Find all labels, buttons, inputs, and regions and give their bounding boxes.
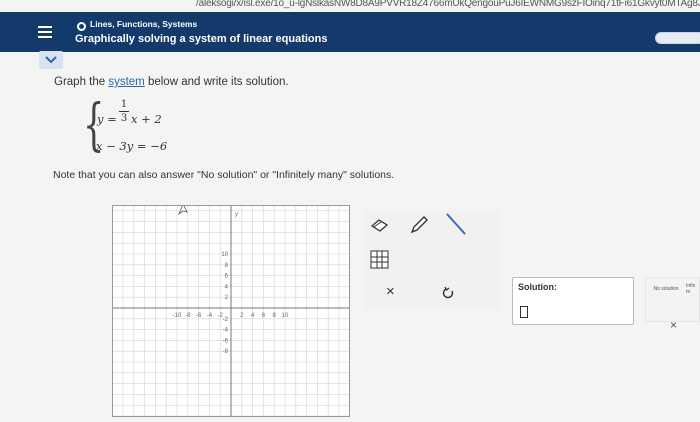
coordinate-grid[interactable]: -10 -8 -6 -4 -2 2 4 6 8 10108642-2-4-6-8y: [113, 203, 349, 417]
clear-graph-button[interactable]: ×: [386, 283, 395, 300]
answer-note: Note that you can also answer "No soluti…: [53, 169, 395, 181]
x-tick-label: 8: [273, 313, 277, 319]
x-tick-label: 10: [282, 313, 289, 319]
clear-answer-button[interactable]: ×: [670, 318, 677, 332]
header-toggle[interactable]: [655, 32, 700, 44]
equation-1-fraction: 1 3: [119, 99, 129, 124]
y-tick-label: 2: [225, 295, 229, 301]
system-link[interactable]: system: [108, 76, 144, 88]
fraction-numerator: 1: [120, 99, 128, 110]
solution-input[interactable]: [520, 306, 528, 318]
question-prompt: Graph the system below and write its sol…: [54, 76, 289, 88]
x-tick-label: -4: [207, 313, 213, 319]
table-icon[interactable]: [370, 250, 389, 269]
y-tick-label: -4: [223, 328, 229, 334]
line-tool-icon[interactable]: [444, 211, 468, 237]
solution-box: Solution:: [512, 277, 634, 325]
equation-1-rhs: x + 2: [131, 112, 162, 126]
x-tick-label: -8: [185, 313, 191, 319]
prompt-text-2: below and write its solution.: [144, 76, 289, 88]
x-tick-label: -6: [196, 313, 202, 319]
y-tick-label: 4: [225, 284, 229, 290]
fraction-denominator: 3: [120, 113, 128, 124]
browser-url-bar[interactable]: /aleksogi/x/isl.exe/1o_u-lgNslkasNW8D8A9…: [0, 0, 700, 12]
collapse-button[interactable]: [39, 51, 63, 69]
menu-icon[interactable]: [38, 26, 52, 40]
question-panel: [0, 52, 700, 422]
y-axis-label: y: [234, 212, 239, 218]
x-tick-label: 4: [251, 313, 255, 319]
chevron-down-icon: [45, 56, 57, 64]
y-tick-label: 10: [221, 252, 228, 258]
y-tick-label: 8: [225, 263, 229, 269]
solution-label: Solution:: [518, 282, 557, 292]
x-tick-label: 2: [240, 313, 244, 319]
y-tick-label: -2: [223, 317, 229, 323]
prompt-text-1: Graph the: [54, 76, 109, 88]
y-tick-label: -8: [223, 349, 229, 355]
app-header: Lines, Functions, Systems Graphically so…: [0, 12, 700, 52]
undo-icon[interactable]: [442, 286, 455, 299]
no-solution-button[interactable]: No solution: [650, 286, 682, 292]
page-title: Graphically solving a system of linear e…: [75, 33, 328, 45]
equation-1-lhs: y =: [97, 112, 117, 126]
topic-indicator-icon: [77, 22, 86, 31]
breadcrumb: Lines, Functions, Systems: [90, 19, 198, 29]
eraser-icon[interactable]: [371, 218, 389, 232]
pencil-icon[interactable]: [408, 214, 430, 236]
y-tick-label: 6: [225, 274, 229, 280]
infinitely-many-button[interactable]: Infin m: [686, 283, 700, 295]
y-tick-label: -6: [223, 338, 229, 344]
url-text: /aleksogi/x/isl.exe/1o_u-lgNslkasNW8D8A9…: [196, 0, 700, 9]
cursor-icon: [178, 203, 188, 216]
x-tick-label: 6: [262, 313, 266, 319]
graph-area[interactable]: -10 -8 -6 -4 -2 2 4 6 8 10 10 8 6 4 2 -2 -4 -6 -8 y: [112, 203, 350, 417]
x-tick-label: -10: [173, 313, 182, 319]
equation-2: x − 3y = −6: [96, 139, 168, 153]
